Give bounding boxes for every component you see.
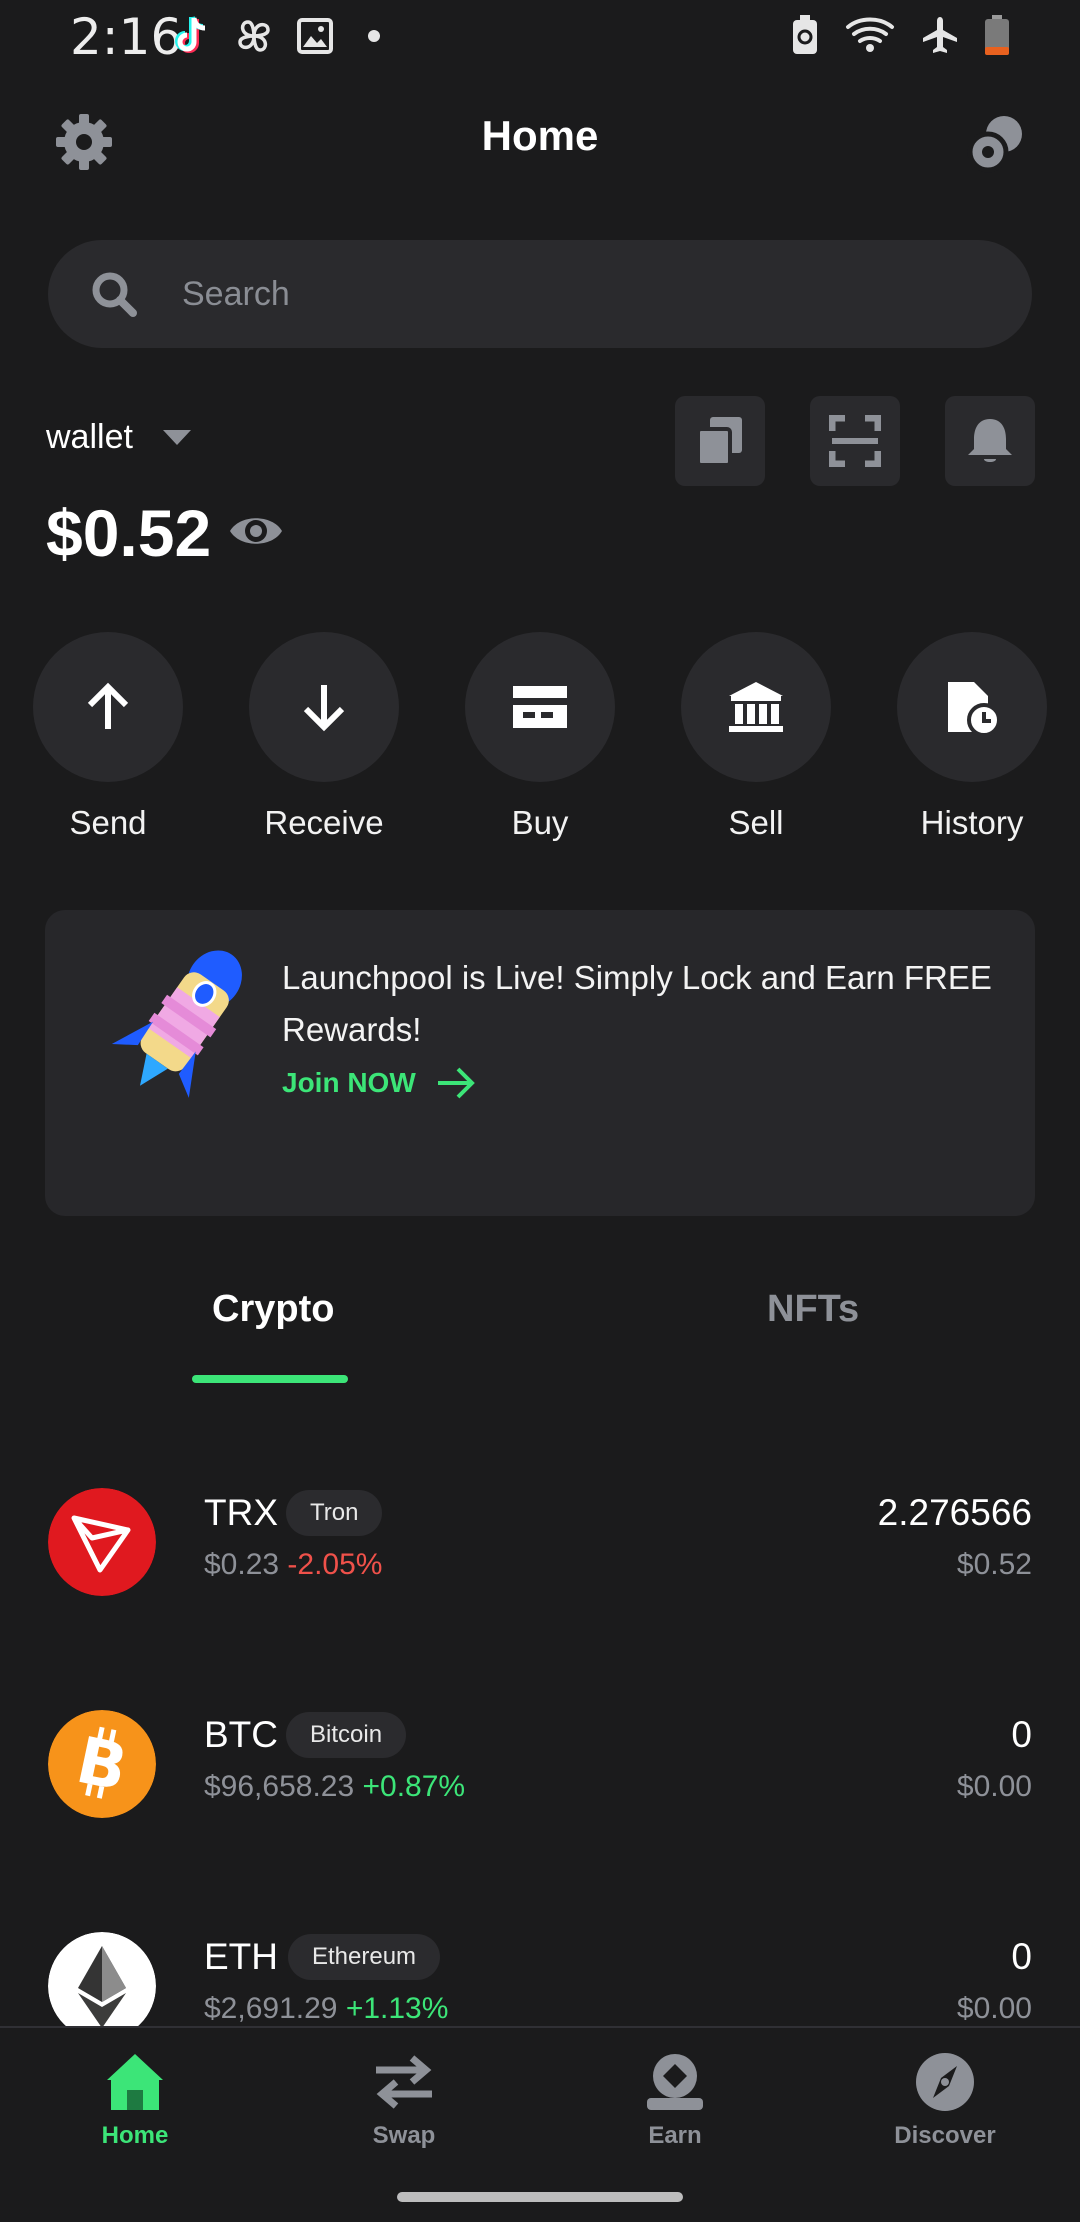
- wifi-icon: [846, 17, 894, 52]
- asset-price-line: $0.23 -2.05%: [204, 1548, 382, 1582]
- dot-icon: [368, 30, 380, 42]
- eye-icon: [230, 518, 282, 544]
- receive-label: Receive: [264, 804, 384, 841]
- bitcoin-icon: B: [48, 1710, 156, 1818]
- nav-swap[interactable]: Swap: [304, 2052, 504, 2150]
- buy-button[interactable]: Buy: [460, 632, 620, 842]
- asset-price: $96,658.23: [204, 1770, 355, 1803]
- asset-amount: 2.276566: [877, 1492, 1032, 1533]
- asset-symbol: BTC: [204, 1714, 278, 1755]
- tiktok-icon: [175, 16, 206, 53]
- history-button[interactable]: History: [892, 632, 1052, 842]
- send-label: Send: [69, 804, 147, 841]
- pinwheel-icon: [238, 20, 270, 52]
- asset-value: $0.00: [956, 1992, 1032, 2025]
- nav-swap-label: Swap: [372, 2122, 436, 2149]
- earn-icon: [647, 2054, 703, 2110]
- ethereum-icon: [48, 1932, 156, 2026]
- scan-button[interactable]: [810, 396, 900, 486]
- rocket-icon: [111, 950, 242, 1098]
- asset-value: $0.52: [956, 1548, 1032, 1581]
- home-indicator[interactable]: [397, 2192, 683, 2202]
- home-icon: [107, 2054, 163, 2110]
- chevron-down-icon: [162, 429, 191, 445]
- asset-price: $0.23: [204, 1548, 280, 1581]
- asset-change: -2.05%: [287, 1548, 383, 1581]
- asset-price: $2,691.29: [204, 1992, 338, 2025]
- scan-icon: [829, 415, 881, 467]
- bell-icon: [968, 419, 1012, 462]
- compass-icon: [916, 2053, 974, 2111]
- asset-row-btc[interactable]: B BTC Bitcoin $96,658.23 +0.87% 0 $0.00: [0, 1710, 1080, 1910]
- asset-name-tag: Tron: [286, 1490, 383, 1536]
- asset-name-tag: Ethereum: [288, 1934, 441, 1980]
- nav-home-label: Home: [101, 2122, 169, 2149]
- battery-low-icon: [985, 15, 1009, 55]
- nav-earn[interactable]: Earn: [575, 2052, 775, 2150]
- asset-row-eth[interactable]: ETH Ethereum $2,691.29 +1.13% 0 $0.00: [0, 1932, 1080, 2026]
- asset-price-line: $96,658.23 +0.87%: [204, 1770, 465, 1804]
- arrow-down-icon: [303, 685, 345, 732]
- coins-icon: [967, 116, 1022, 173]
- arrow-up-icon: [87, 682, 129, 729]
- search-bar[interactable]: [48, 240, 1032, 348]
- eth-logo: [48, 1932, 156, 2026]
- status-time: 2:16: [70, 8, 183, 66]
- search-icon: [92, 272, 137, 317]
- asset-name-tag: Bitcoin: [286, 1712, 407, 1758]
- asset-row-trx[interactable]: TRX Tron $0.23 -2.05% 2.276566 $0.52: [0, 1488, 1080, 1688]
- receive-button[interactable]: Receive: [244, 632, 404, 842]
- nav-home[interactable]: Home: [35, 2052, 235, 2150]
- asset-amount: 0: [1011, 1714, 1032, 1755]
- toggle-balance-button[interactable]: [228, 508, 284, 559]
- sell-button[interactable]: Sell: [676, 632, 836, 842]
- asset-price-line: $2,691.29 +1.13%: [204, 1992, 448, 2026]
- history-label: History: [920, 804, 1024, 841]
- asset-symbol: TRX: [204, 1492, 278, 1533]
- copy-button[interactable]: [675, 396, 765, 486]
- sell-label: Sell: [728, 804, 784, 841]
- wallet-name: wallet: [46, 418, 133, 456]
- wallet-selector[interactable]: wallet: [46, 418, 193, 457]
- swap-icon: [376, 2055, 432, 2109]
- notifications-button[interactable]: [945, 396, 1035, 486]
- history-icon: [948, 682, 1000, 736]
- search-input[interactable]: [180, 273, 944, 315]
- asset-change: +0.87%: [362, 1770, 466, 1803]
- join-now-label: Join NOW: [282, 1067, 416, 1098]
- nav-discover[interactable]: Discover: [845, 2052, 1045, 2150]
- asset-amount: 0: [1011, 1936, 1032, 1977]
- page-title: Home: [481, 112, 599, 159]
- buy-label: Buy: [511, 804, 569, 841]
- join-now-link[interactable]: Join NOW: [282, 1066, 476, 1100]
- card-icon: [513, 686, 567, 728]
- banner-text: Launchpool is Live! Simply Lock and Earn…: [282, 959, 992, 1048]
- bank-icon: [729, 682, 783, 732]
- trx-logo: [48, 1488, 156, 1596]
- airplane-icon: [923, 17, 957, 53]
- arrow-right-icon: [437, 1067, 475, 1099]
- nav-discover-label: Discover: [894, 2122, 996, 2149]
- wallet-balance: $0.52: [46, 496, 212, 570]
- status-icons-right: [790, 14, 1010, 56]
- tab-crypto[interactable]: Crypto: [212, 1288, 334, 1331]
- nav-earn-label: Earn: [648, 2122, 702, 2149]
- coins-button[interactable]: [964, 110, 1028, 174]
- asset-symbol: ETH: [204, 1936, 278, 1977]
- asset-change: +1.13%: [345, 1992, 449, 2025]
- active-tab-indicator: [192, 1375, 348, 1383]
- battery-saver-icon: [793, 15, 817, 54]
- image-icon: [297, 18, 333, 54]
- status-icons-left: [172, 14, 392, 58]
- copy-icon: [696, 417, 742, 467]
- tab-nfts[interactable]: NFTs: [767, 1288, 859, 1331]
- tron-icon: [48, 1488, 156, 1596]
- asset-value: $0.00: [956, 1770, 1032, 1803]
- btc-logo: B: [48, 1710, 156, 1818]
- send-button[interactable]: Send: [28, 632, 188, 842]
